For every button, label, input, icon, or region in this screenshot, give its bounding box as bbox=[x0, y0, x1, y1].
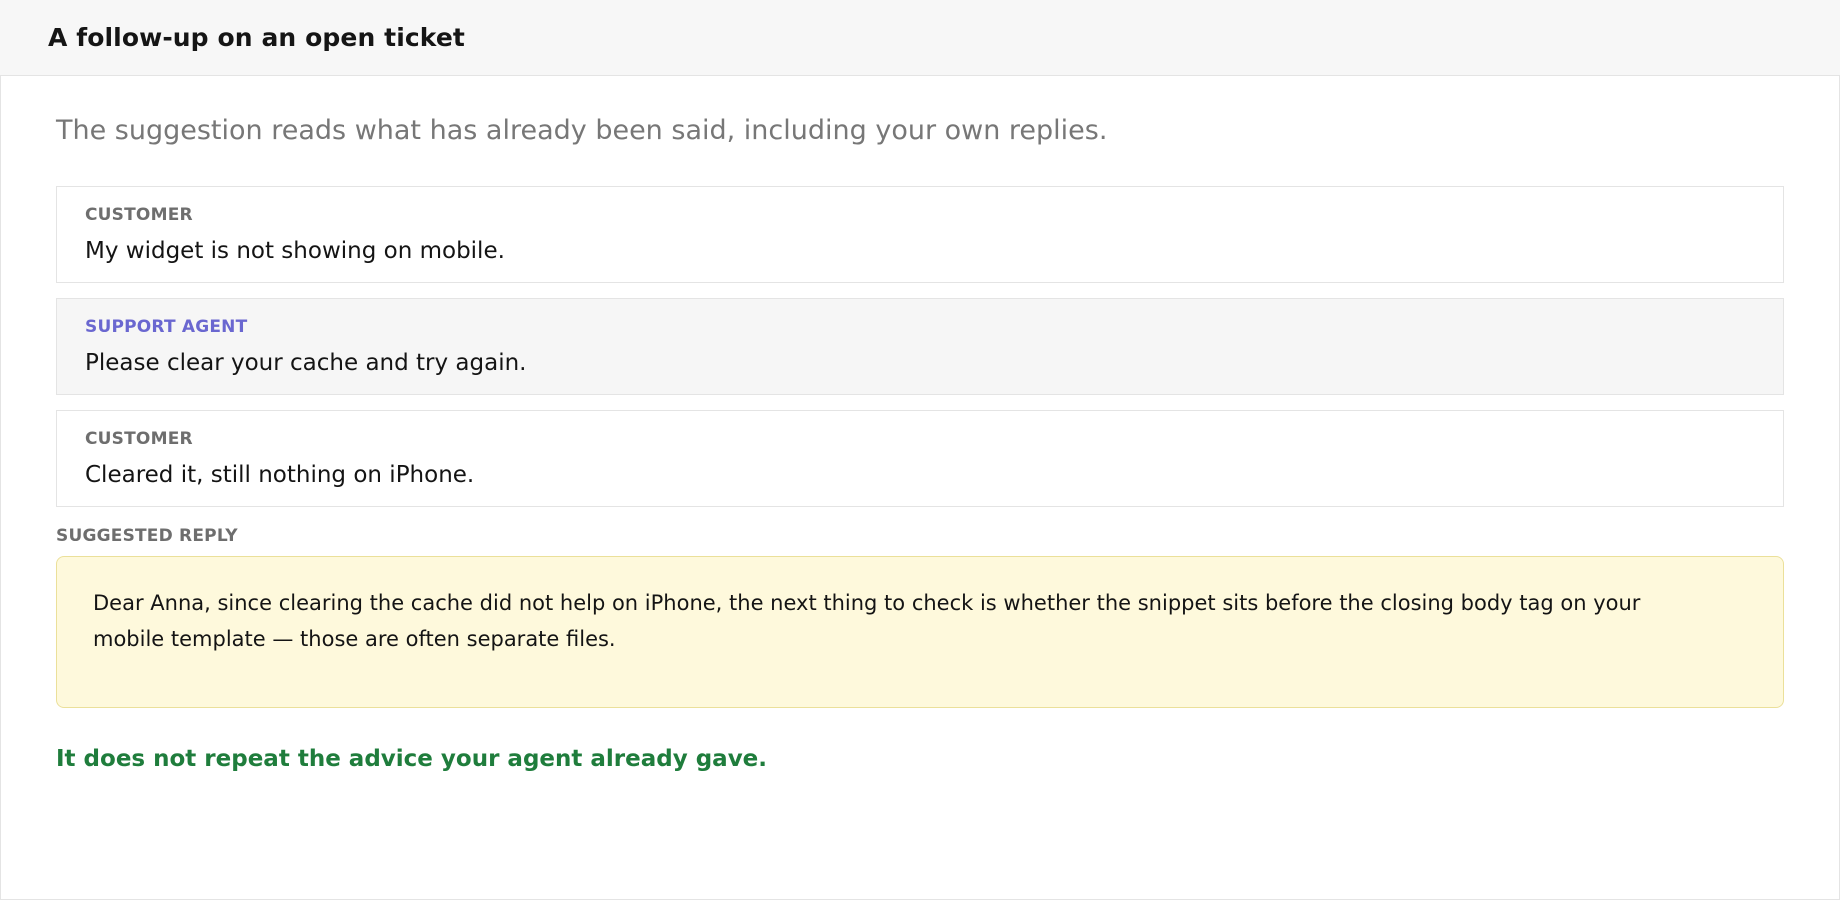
message-text: Cleared it, still nothing on iPhone. bbox=[85, 461, 475, 488]
main-panel: The suggestion reads what has already be… bbox=[0, 76, 1840, 900]
suggested-reply-label: SUGGESTED REPLY bbox=[56, 526, 238, 547]
header-bar: A follow-up on an open ticket bbox=[0, 0, 1840, 76]
conversation-thread: CUSTOMER My widget is not showing on mob… bbox=[56, 186, 1784, 508]
intro-text: The suggestion reads what has already be… bbox=[56, 115, 1108, 146]
message-support-agent: SUPPORT AGENT Please clear your cache an… bbox=[56, 298, 1784, 396]
message-customer-2: CUSTOMER Cleared it, still nothing on iP… bbox=[56, 410, 1784, 508]
message-customer-1: CUSTOMER My widget is not showing on mob… bbox=[56, 186, 1784, 284]
message-role-label: SUPPORT AGENT bbox=[85, 317, 248, 338]
suggestion-note: It does not repeat the advice your agent… bbox=[56, 745, 768, 772]
message-text: Please clear your cache and try again. bbox=[85, 349, 527, 376]
message-role-label: CUSTOMER bbox=[85, 205, 193, 226]
message-role-label: CUSTOMER bbox=[85, 429, 193, 450]
suggested-reply-box: Dear Anna, since clearing the cache did … bbox=[56, 555, 1784, 708]
message-text: My widget is not showing on mobile. bbox=[85, 237, 505, 264]
page: A follow-up on an open ticket The sugges… bbox=[0, 0, 1840, 900]
page-title: A follow-up on an open ticket bbox=[48, 23, 465, 52]
